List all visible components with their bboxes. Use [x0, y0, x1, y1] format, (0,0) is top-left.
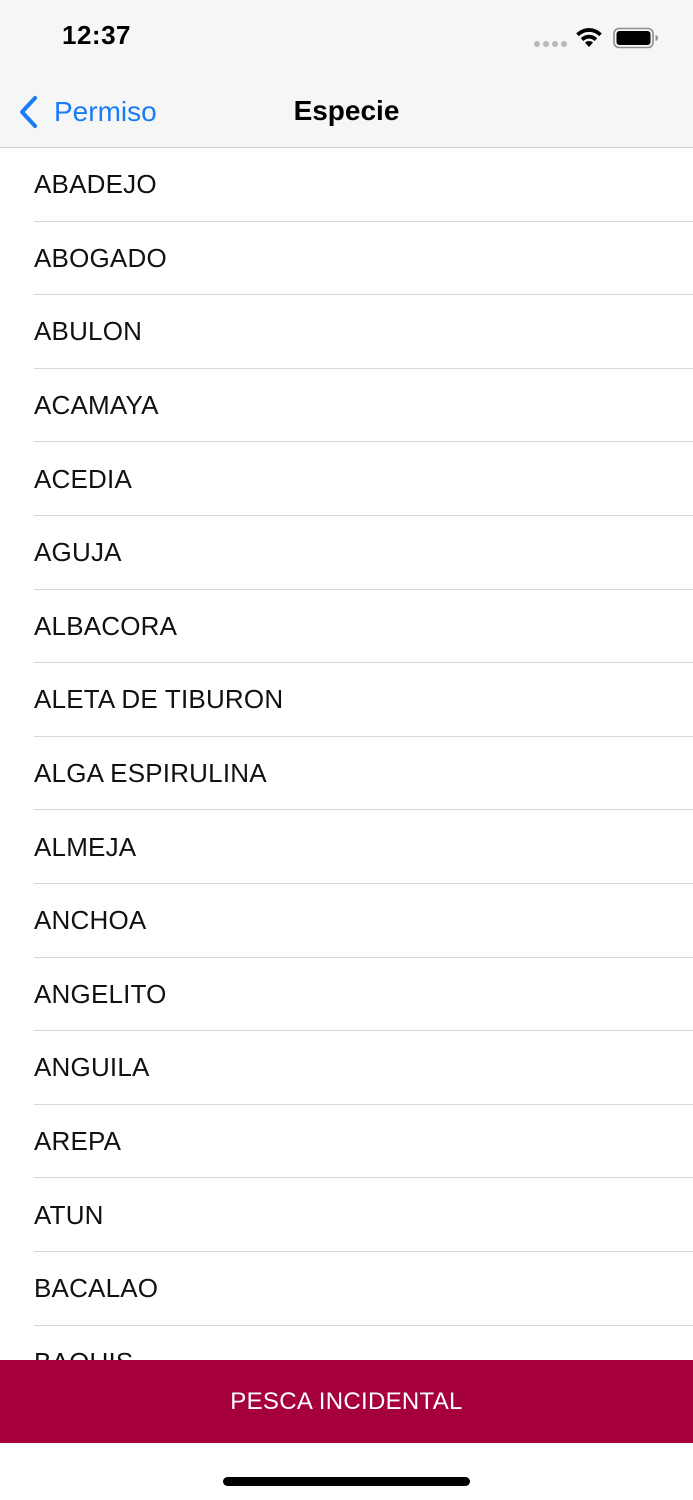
- list-item-label: BACALAO: [34, 1273, 159, 1304]
- list-item-label: ALGA ESPIRULINA: [34, 758, 267, 789]
- list-item-label: ABULON: [34, 316, 143, 347]
- list-item[interactable]: ANGELITO: [0, 958, 693, 1032]
- battery-icon: [613, 27, 658, 49]
- list-item[interactable]: ACAMAYA: [0, 369, 693, 443]
- list-item-label: ANGELITO: [34, 978, 167, 1009]
- list-item[interactable]: ACEDIA: [0, 442, 693, 516]
- list-item-label: AREPA: [34, 1126, 122, 1157]
- list-item-label: ANGUILA: [34, 1052, 150, 1083]
- list-item-label: ATUN: [34, 1199, 104, 1230]
- signal-dots-icon: [534, 41, 567, 47]
- list-item-label: ABADEJO: [34, 169, 157, 200]
- list-item[interactable]: ABOGADO: [0, 222, 693, 296]
- list-item-label: ALBACORA: [34, 610, 178, 641]
- list-item-label: ACEDIA: [34, 463, 133, 494]
- list-item[interactable]: BACALAO: [0, 1252, 693, 1326]
- status-time: 12:37: [62, 20, 131, 50]
- list-item[interactable]: ALETA DE TIBURON: [0, 663, 693, 737]
- list-item-label: ACAMAYA: [34, 390, 159, 421]
- list-item-label: ABOGADO: [34, 242, 167, 273]
- navigation-bar: Permiso Especie: [0, 76, 693, 148]
- pesca-incidental-label: PESCA INCIDENTAL: [230, 1387, 463, 1415]
- list-item[interactable]: BAQUIS: [0, 1326, 693, 1360]
- bottom-safe-area: [0, 1443, 693, 1500]
- status-bar: 12:37: [0, 0, 693, 76]
- list-item-label: AGUJA: [34, 537, 122, 568]
- wifi-icon: [576, 28, 602, 47]
- list-item-label: ALMEJA: [34, 831, 137, 862]
- list-item[interactable]: ANGUILA: [0, 1031, 693, 1105]
- home-indicator[interactable]: [223, 1477, 470, 1486]
- list-item[interactable]: ABADEJO: [0, 148, 693, 222]
- list-item[interactable]: ANCHOA: [0, 884, 693, 958]
- list-item[interactable]: ALGA ESPIRULINA: [0, 737, 693, 811]
- list-item-label: ANCHOA: [34, 905, 147, 936]
- species-list[interactable]: ABADEJO ABOGADO ABULON ACAMAYA ACEDIA AG…: [0, 148, 693, 1360]
- list-item-label: ALETA DE TIBURON: [34, 684, 284, 715]
- screen: 12:37 Permiso Especie ABADEJO ABOGADO AB…: [0, 0, 693, 1500]
- list-item[interactable]: AREPA: [0, 1105, 693, 1179]
- list-item[interactable]: ABULON: [0, 295, 693, 369]
- list-item[interactable]: ALBACORA: [0, 590, 693, 664]
- page-title: Especie: [293, 95, 400, 126]
- list-item-label: BAQUIS: [34, 1347, 133, 1360]
- list-item[interactable]: ALMEJA: [0, 810, 693, 884]
- list-item[interactable]: AGUJA: [0, 516, 693, 590]
- list-item[interactable]: ATUN: [0, 1178, 693, 1252]
- pesca-incidental-button[interactable]: PESCA INCIDENTAL: [0, 1360, 693, 1443]
